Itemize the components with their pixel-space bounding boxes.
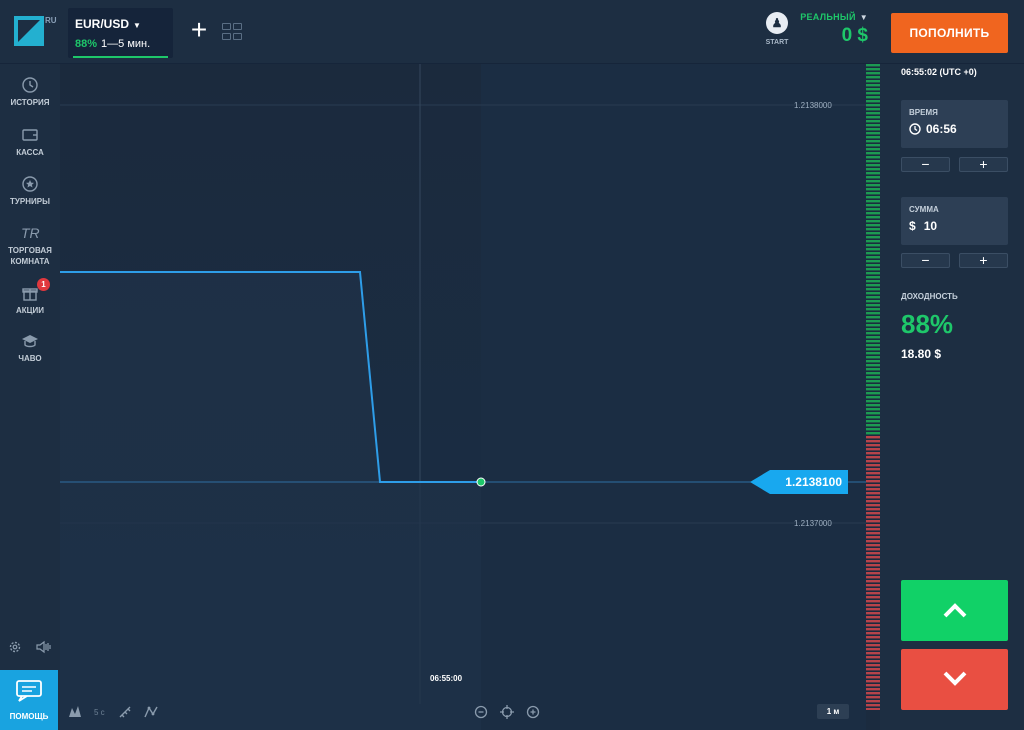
asset-payout: 88% — [75, 38, 98, 50]
clock-icon — [909, 123, 921, 135]
amount-minus-button[interactable]: − — [901, 253, 950, 268]
nav-item-history[interactable]: ИСТОРИЯ — [0, 76, 60, 108]
interval-label[interactable]: 5 с — [94, 708, 105, 717]
current-price-tag: 1.2138100 — [750, 470, 848, 494]
timeframe-button[interactable]: 1 м — [817, 704, 849, 719]
asset-expiry: 1—5 мин. — [101, 38, 151, 50]
left-sidebar: ИСТОРИЯ КАССА ТУРНИРЫ TR ТОРГОВАЯ КОМНАТ… — [0, 64, 60, 730]
arrow-up-icon — [943, 603, 967, 618]
star-icon — [22, 176, 38, 192]
layout-grid-icon[interactable] — [222, 23, 244, 41]
account-type: РЕАЛЬНЫЙ — [800, 12, 856, 22]
nav-label: ЧАВО — [18, 354, 42, 363]
future-area — [481, 64, 866, 730]
logo[interactable] — [14, 16, 44, 46]
yield-percent: 88% — [901, 309, 954, 339]
ruler-icon[interactable] — [118, 705, 132, 719]
nav-label: ТУРНИРЫ — [10, 197, 50, 206]
help-button[interactable]: ПОМОЩЬ — [0, 670, 58, 730]
amount-field[interactable]: СУММА $10 — [901, 197, 1008, 245]
call-up-button[interactable] — [901, 580, 1008, 641]
gift-icon — [22, 288, 38, 301]
chat-icon — [16, 680, 42, 702]
caret-down-icon: ▼ — [133, 21, 141, 30]
start-label: START — [765, 39, 789, 46]
nav-item-tournaments[interactable]: ТУРНИРЫ — [0, 175, 60, 207]
chart-canvas — [60, 64, 866, 730]
history-icon — [22, 77, 38, 93]
indicator-icon[interactable] — [144, 705, 158, 719]
time-plus-button[interactable]: + — [959, 157, 1008, 172]
nav-item-cashier[interactable]: КАССА — [0, 126, 60, 158]
wallet-icon — [22, 129, 38, 141]
time-minus-button[interactable]: − — [901, 157, 950, 172]
top-bar: RU EUR/USD ▼ 88% 1—5 мин. + ♟ START РЕАЛЬН… — [0, 0, 1024, 64]
start-button[interactable]: ♟ START — [762, 12, 792, 46]
time-label: ВРЕМЯ — [909, 108, 938, 117]
arrow-down-icon — [943, 671, 967, 686]
center-chart-icon[interactable] — [500, 705, 514, 719]
order-depth-strip — [866, 64, 880, 710]
account-selector[interactable]: РЕАЛЬНЫЙ ▼ 0 $ — [800, 12, 868, 47]
nav-label: КАССА — [16, 148, 44, 157]
nav-label: ТОРГОВАЯ КОМНАТА — [8, 246, 52, 266]
add-asset-button[interactable]: + — [187, 16, 211, 44]
price-axis-label: 1.2137000 — [794, 519, 832, 528]
current-price-marker — [476, 477, 486, 487]
nav-item-faq[interactable]: ЧАВО — [0, 332, 60, 364]
trade-panel: 06:55:02 (UTC +0) ВРЕМЯ 06:56 − + СУММА … — [880, 64, 1024, 730]
asset-name: EUR/USD — [75, 17, 130, 31]
put-down-button[interactable] — [901, 649, 1008, 710]
help-label: ПОМОЩЬ — [9, 712, 49, 721]
tr-icon: TR — [21, 225, 40, 241]
asset-selector[interactable]: EUR/USD ▼ 88% 1—5 мин. — [68, 8, 173, 58]
account-balance: 0 $ — [841, 25, 868, 46]
deposit-button[interactable]: ПОПОЛНИТЬ — [891, 13, 1008, 53]
chart-toolbar: 5 с 1 м — [60, 700, 866, 730]
zoom-in-icon[interactable] — [526, 705, 540, 719]
time-value: 06:56 — [926, 122, 957, 136]
nav-label: ИСТОРИЯ — [10, 98, 50, 107]
amount-plus-button[interactable]: + — [959, 253, 1008, 268]
server-clock: 06:55:02 (UTC +0) — [901, 67, 977, 77]
nav-item-trading-room[interactable]: TR ТОРГОВАЯ КОМНАТА — [0, 224, 60, 267]
language-label[interactable]: RU — [45, 16, 57, 25]
zoom-out-icon[interactable] — [474, 705, 488, 719]
currency-symbol: $ — [909, 219, 916, 233]
pawn-icon: ♟ — [766, 12, 788, 34]
nav-label: АКЦИИ — [15, 306, 44, 315]
nav-item-promotions[interactable]: 1 АКЦИИ — [0, 278, 60, 316]
price-chart[interactable]: 1.2138000 1.2137000 1.2138100 06:55:00 5… — [60, 64, 866, 730]
promotions-badge: 1 — [37, 278, 50, 291]
time-field[interactable]: ВРЕМЯ 06:56 — [901, 100, 1008, 148]
speaker-icon[interactable] — [35, 640, 52, 654]
yield-label: ДОХОДНОСТЬ — [901, 292, 958, 301]
price-area-fill — [60, 272, 481, 730]
amount-value: 10 — [923, 219, 938, 233]
graduation-cap-icon — [22, 335, 38, 348]
chart-type-icon[interactable] — [68, 706, 82, 718]
time-axis-label: 06:55:00 — [430, 674, 463, 683]
caret-down-icon: ▼ — [859, 13, 868, 22]
asset-active-underline — [73, 56, 168, 58]
yield-amount: 18.80 $ — [901, 347, 942, 361]
gear-icon[interactable] — [8, 640, 22, 654]
price-axis-label: 1.2138000 — [794, 101, 832, 110]
amount-label: СУММА — [909, 205, 939, 214]
